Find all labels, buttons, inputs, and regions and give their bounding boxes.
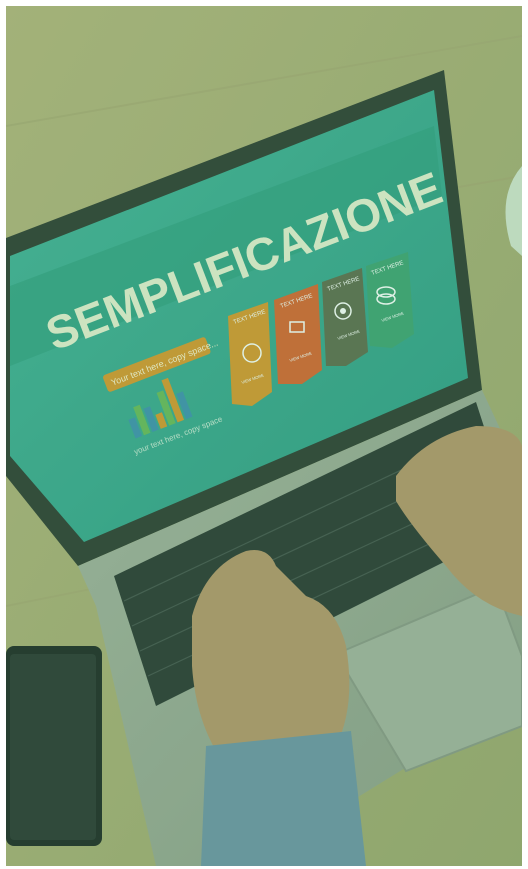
screen-card-3: TEXT HERE VIEW MORE — [322, 268, 368, 366]
shirt-sleeve — [201, 731, 366, 866]
screen-card-4: TEXT HERE VIEW MORE — [366, 252, 414, 348]
photo-frame: SEMPLIFICAZIONE Your text here, copy spa… — [6, 6, 522, 866]
laptop-photo: SEMPLIFICAZIONE Your text here, copy spa… — [6, 6, 522, 866]
screen-card-1: TEXT HERE VIEW MORE — [228, 302, 272, 406]
screen-card-2: TEXT HERE VIEW MORE — [274, 284, 322, 384]
